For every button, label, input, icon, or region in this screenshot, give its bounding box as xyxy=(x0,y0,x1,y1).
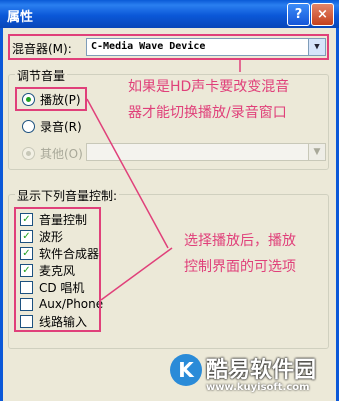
watermark-logo-icon: K xyxy=(170,354,202,386)
annotation-playback-options-line2: 控制界面的可选项 xyxy=(184,259,296,275)
annotation-hd-mixer: 如果是HD声卡要改变混音 器才能切换播放/录音窗口 xyxy=(128,74,289,126)
annotation-playback-options-line1: 选择播放后，播放 xyxy=(184,233,296,249)
watermark: K 酷易软件园 www.kuyisoft.com xyxy=(170,352,339,401)
watermark-url: www.kuyisoft.com xyxy=(206,382,310,393)
annotation-pointer-lines xyxy=(86,60,241,301)
annotation-playback-options: 选择播放后，播放 控制界面的可选项 xyxy=(184,228,296,280)
annotation-hd-mixer-line2: 器才能切换播放/录音窗口 xyxy=(128,105,287,121)
annotation-hd-mixer-line1: 如果是HD声卡要改变混音 xyxy=(128,79,290,95)
watermark-name: 酷易软件园 xyxy=(206,358,317,383)
